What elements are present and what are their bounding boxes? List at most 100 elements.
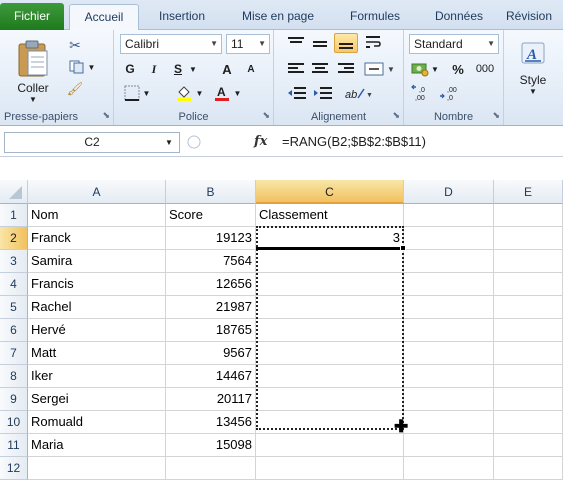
row-header-9[interactable]: 9: [0, 388, 28, 411]
formula-input[interactable]: =RANG(B2;$B$2:$B$11): [282, 131, 563, 153]
cell-b9[interactable]: 20117: [166, 388, 256, 411]
cell-d9[interactable]: [404, 388, 494, 411]
font-size-select[interactable]: 11 ▼: [226, 34, 270, 54]
bold-button[interactable]: G: [122, 60, 138, 78]
decrease-indent-icon[interactable]: [286, 86, 308, 100]
cell-e8[interactable]: [494, 365, 563, 388]
select-all-corner[interactable]: [0, 180, 28, 204]
cell-e11[interactable]: [494, 434, 563, 457]
column-header-c[interactable]: C: [256, 180, 404, 204]
fill-color-button[interactable]: ▼: [172, 83, 206, 103]
align-middle-icon[interactable]: [310, 36, 330, 50]
number-format-select[interactable]: Standard ▼: [409, 34, 499, 54]
cell-d7[interactable]: [404, 342, 494, 365]
resize-handle-icon[interactable]: [186, 133, 202, 151]
cell-b8[interactable]: 14467: [166, 365, 256, 388]
cell-e9[interactable]: [494, 388, 563, 411]
cut-button[interactable]: ✂: [66, 36, 84, 54]
cell-c8[interactable]: [256, 365, 404, 388]
cell-b11[interactable]: 15098: [166, 434, 256, 457]
cell-d4[interactable]: [404, 273, 494, 296]
row-header-8[interactable]: 8: [0, 365, 28, 388]
cell-b12[interactable]: [166, 457, 256, 480]
row-header-7[interactable]: 7: [0, 342, 28, 365]
tab-revision[interactable]: Révision: [506, 4, 563, 30]
row-header-4[interactable]: 4: [0, 273, 28, 296]
name-box-dropdown-icon[interactable]: ▼: [165, 138, 173, 147]
shrink-font-button[interactable]: A: [242, 60, 260, 78]
column-header-d[interactable]: D: [404, 180, 494, 204]
row-header-10[interactable]: 10: [0, 411, 28, 434]
column-header-e[interactable]: E: [494, 180, 563, 204]
cell-d1[interactable]: [404, 204, 494, 227]
thousands-button[interactable]: 000: [472, 59, 498, 79]
cell-a4[interactable]: Francis: [28, 273, 166, 296]
borders-button[interactable]: ▼: [122, 83, 152, 103]
cell-e10[interactable]: [494, 411, 563, 434]
cell-b3[interactable]: 7564: [166, 250, 256, 273]
name-box[interactable]: C2: [4, 132, 180, 153]
cell-d5[interactable]: [404, 296, 494, 319]
cell-e3[interactable]: [494, 250, 563, 273]
row-header-12[interactable]: 12: [0, 457, 28, 480]
cell-c9[interactable]: [256, 388, 404, 411]
tab-formules[interactable]: Formules: [337, 4, 413, 30]
grow-font-button[interactable]: A: [218, 60, 236, 78]
cell-d12[interactable]: [404, 457, 494, 480]
cell-c12[interactable]: [256, 457, 404, 480]
decrease-decimal-icon[interactable]: ,00,0: [438, 84, 462, 102]
cell-b2[interactable]: 19123: [166, 227, 256, 250]
active-cell-c2[interactable]: [256, 226, 404, 249]
cell-d2[interactable]: [404, 227, 494, 250]
column-header-a[interactable]: A: [28, 180, 166, 204]
tab-mise-en-page[interactable]: Mise en page: [229, 4, 327, 30]
cell-b6[interactable]: 18765: [166, 319, 256, 342]
font-color-button[interactable]: A ▼: [210, 83, 244, 103]
cell-d11[interactable]: [404, 434, 494, 457]
underline-button[interactable]: S: [170, 60, 186, 78]
cell-a10[interactable]: Romuald: [28, 411, 166, 434]
cell-c6[interactable]: [256, 319, 404, 342]
row-header-11[interactable]: 11: [0, 434, 28, 457]
cell-c4[interactable]: [256, 273, 404, 296]
underline-dropdown-icon[interactable]: ▼: [188, 60, 198, 78]
style-button[interactable]: A Style ▼: [508, 36, 558, 100]
cell-c7[interactable]: [256, 342, 404, 365]
percent-button[interactable]: %: [448, 59, 468, 79]
row-header-1[interactable]: 1: [0, 204, 28, 227]
alignment-launcher-icon[interactable]: ⬊: [392, 110, 400, 121]
align-left-icon[interactable]: [286, 62, 306, 76]
align-top-icon[interactable]: [286, 36, 306, 50]
cell-a5[interactable]: Rachel: [28, 296, 166, 319]
cell-a8[interactable]: Iker: [28, 365, 166, 388]
tab-insertion[interactable]: Insertion: [145, 4, 219, 30]
align-bottom-button[interactable]: [334, 33, 358, 53]
cell-a12[interactable]: [28, 457, 166, 480]
cell-c3[interactable]: [256, 250, 404, 273]
cell-b5[interactable]: 21987: [166, 296, 256, 319]
cell-d10[interactable]: [404, 411, 494, 434]
column-header-b[interactable]: B: [166, 180, 256, 204]
tab-donnees[interactable]: Données: [422, 4, 496, 30]
tab-accueil[interactable]: Accueil: [69, 4, 139, 31]
cell-d6[interactable]: [404, 319, 494, 342]
tab-fichier[interactable]: Fichier: [0, 3, 64, 30]
number-launcher-icon[interactable]: ⬊: [492, 110, 500, 121]
paste-dropdown-icon[interactable]: ▼: [29, 95, 37, 104]
cell-c1[interactable]: Classement: [256, 204, 404, 227]
cell-c10[interactable]: [256, 411, 404, 434]
cell-e7[interactable]: [494, 342, 563, 365]
cell-a3[interactable]: Samira: [28, 250, 166, 273]
row-header-2[interactable]: 2: [0, 227, 28, 250]
paste-button[interactable]: Coller ▼: [8, 32, 58, 110]
merge-center-icon[interactable]: ▼: [364, 61, 396, 77]
cell-a6[interactable]: Hervé: [28, 319, 166, 342]
font-name-select[interactable]: Calibri ▼: [120, 34, 222, 54]
cell-b4[interactable]: 12656: [166, 273, 256, 296]
fill-handle[interactable]: [400, 245, 406, 251]
increase-decimal-icon[interactable]: ,0,00: [410, 84, 434, 102]
italic-button[interactable]: I: [146, 60, 162, 78]
copy-button[interactable]: ▼: [66, 58, 98, 76]
cell-a11[interactable]: Maria: [28, 434, 166, 457]
increase-indent-icon[interactable]: [312, 86, 334, 100]
